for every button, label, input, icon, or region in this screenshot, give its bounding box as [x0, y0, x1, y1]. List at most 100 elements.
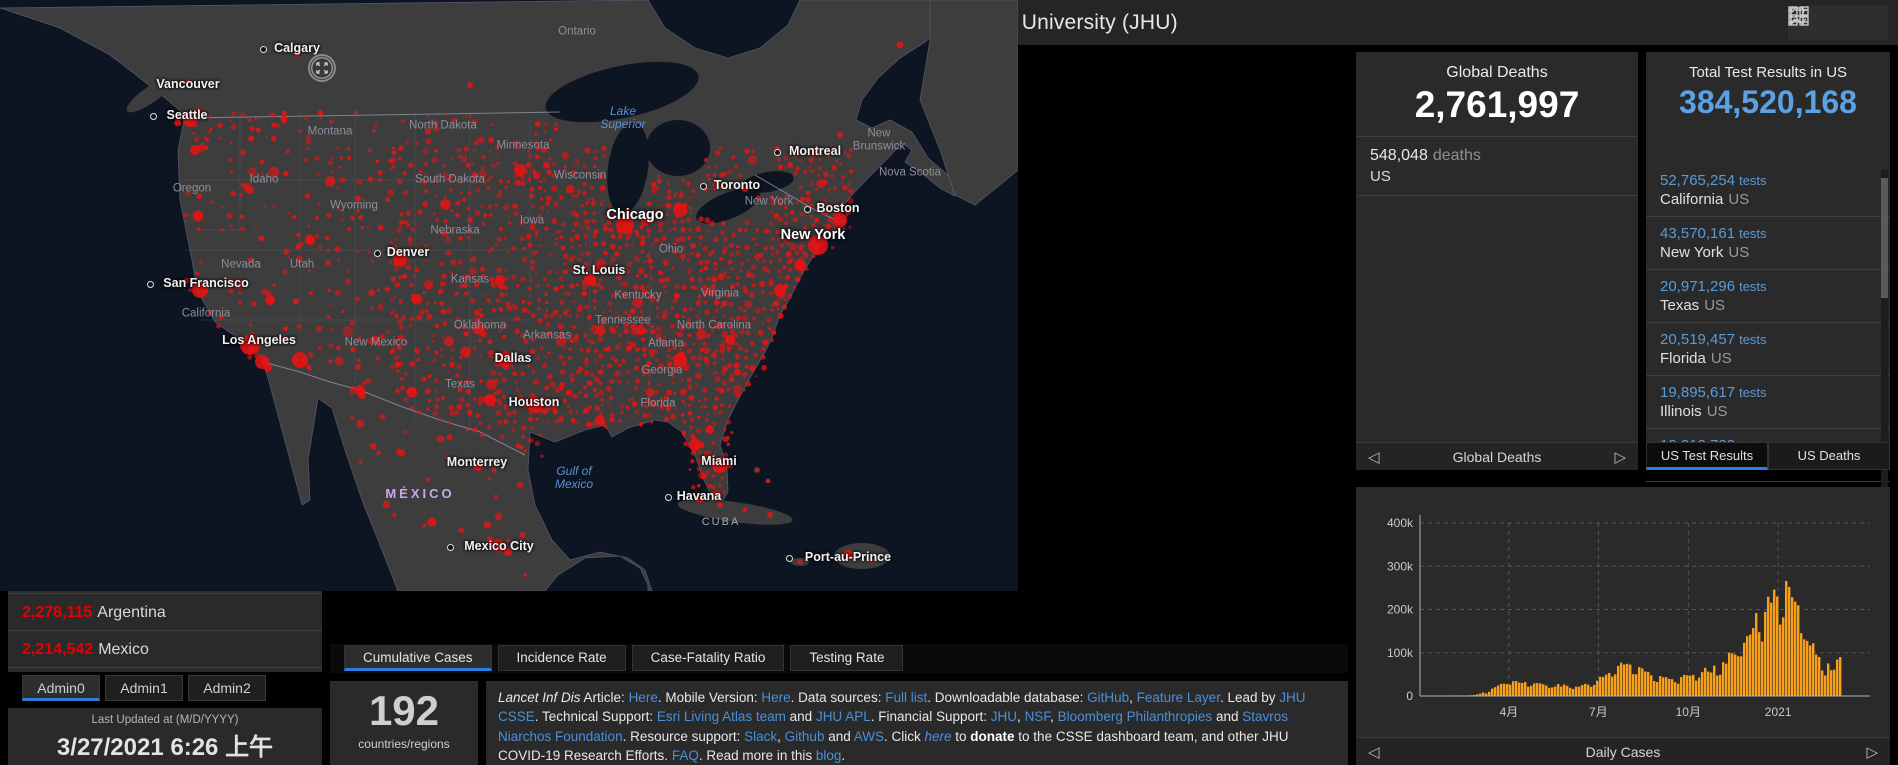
case-dot [663, 260, 669, 266]
credits-link[interactable]: AWS [854, 729, 884, 744]
country-row[interactable]: 2,278,115 Argentina [8, 594, 322, 631]
case-dot [755, 243, 759, 246]
case-dot [642, 328, 649, 335]
case-dot [664, 416, 669, 422]
case-dot [497, 402, 503, 407]
daily-cases-bar [1722, 662, 1725, 696]
case-dot [692, 342, 696, 346]
case-dot [675, 332, 678, 335]
tests-entry[interactable]: 20,519,457 tests Florida US [1646, 323, 1890, 376]
tab-testing-rate[interactable]: Testing Rate [790, 645, 904, 671]
tests-scrollbar-thumb[interactable] [1881, 178, 1888, 298]
credits-link[interactable]: JHU [991, 709, 1017, 724]
carousel-left-icon[interactable]: ◁ [1368, 743, 1380, 761]
tab-case-fatality-ratio[interactable]: Case-Fatality Ratio [631, 645, 785, 671]
case-dot [673, 194, 676, 198]
case-dot [281, 117, 288, 124]
tests-entry[interactable]: 19,895,617 tests Illinois US [1646, 376, 1890, 429]
case-dot [778, 164, 784, 170]
credits-link[interactable]: Bloomberg Philanthropies [1058, 709, 1213, 724]
case-dot [592, 420, 598, 427]
case-dot [577, 161, 580, 165]
case-dot [680, 219, 685, 224]
case-dot [696, 354, 703, 361]
case-dot [641, 365, 647, 372]
daily-cases-bar [1521, 683, 1524, 696]
case-dot [555, 270, 559, 274]
credits-link[interactable]: JHU APL [816, 709, 871, 724]
map-canvas[interactable]: Ontario Calgary Vancouver Seattle Montana Nor… [0, 0, 1890, 753]
credits-link[interactable]: Slack [744, 729, 777, 744]
case-dot [455, 200, 461, 206]
case-dot [699, 268, 704, 273]
case-dot [797, 244, 804, 251]
credits-link[interactable]: Esri Living Atlas team [657, 709, 786, 724]
tests-entry-region: Illinois US [1660, 403, 1728, 420]
daily-cases-bar [1467, 695, 1470, 696]
case-dot [834, 159, 838, 163]
credits-link[interactable]: GitHub [1087, 690, 1129, 705]
tab-admin0[interactable]: Admin0 [22, 675, 100, 701]
tab-admin2[interactable]: Admin2 [188, 675, 266, 701]
tab-cumulative-cases[interactable]: Cumulative Cases [344, 645, 492, 671]
credits-link[interactable]: Here [629, 690, 658, 705]
tests-entry[interactable]: 20,971,296 tests Texas US [1646, 270, 1890, 323]
daily-cases-bar [1770, 602, 1773, 696]
case-dot [744, 244, 750, 250]
case-dot [727, 363, 732, 368]
tests-entry[interactable]: 52,765,254 tests California US [1646, 164, 1890, 217]
case-dot [777, 216, 784, 222]
case-dot [326, 248, 331, 253]
credits-link[interactable]: NSF [1025, 709, 1051, 724]
case-dot [763, 246, 768, 251]
case-dot [736, 244, 740, 249]
case-dot [440, 199, 451, 210]
case-dot [697, 458, 704, 464]
case-dot [768, 230, 772, 233]
daily-cases-bar [1791, 597, 1794, 696]
carousel-left-icon[interactable]: ◁ [1368, 448, 1380, 466]
credits-link[interactable]: here [924, 729, 951, 744]
case-dot [551, 398, 555, 403]
expand-panel-button[interactable] [308, 54, 336, 82]
case-dot [328, 343, 335, 349]
daily-cases-bar [1578, 686, 1581, 696]
credits-link[interactable]: Github [785, 729, 825, 744]
case-dot [292, 215, 297, 220]
case-dot [529, 278, 533, 282]
tests-entry-value: 20,971,296 [1660, 278, 1736, 295]
deaths-entry[interactable]: 548,048 deaths US [1356, 137, 1638, 196]
credits-link[interactable]: Full list [885, 690, 927, 705]
tests-title: Total Test Results in US [1688, 64, 1848, 81]
case-dot [585, 348, 591, 353]
credits-link[interactable]: FAQ [672, 748, 699, 763]
carousel-right-icon[interactable]: ▷ [1866, 743, 1878, 761]
tab-us-test-results[interactable]: US Test Results [1646, 442, 1768, 470]
tab-us-deaths[interactable]: US Deaths [1768, 442, 1890, 470]
credits-link[interactable]: blog [816, 748, 842, 763]
country-row[interactable]: 2,214,542 Mexico [8, 631, 322, 668]
case-dot [531, 313, 536, 318]
tab-admin1[interactable]: Admin1 [105, 675, 183, 701]
case-dot [720, 305, 723, 309]
case-dot [695, 252, 701, 258]
daily-cases-bar [1587, 684, 1590, 696]
case-dot [773, 300, 780, 307]
case-dot [385, 196, 391, 203]
credits-link[interactable]: Feature Layer [1137, 690, 1220, 705]
tab-incidence-rate[interactable]: Incidence Rate [497, 645, 626, 671]
credits-link[interactable]: Here [761, 690, 790, 705]
daily-cases-bar [1566, 685, 1569, 696]
case-dot [697, 484, 701, 488]
case-dot [679, 388, 687, 396]
carousel-right-icon[interactable]: ▷ [1614, 448, 1626, 466]
case-dot [238, 193, 243, 198]
case-dot [527, 301, 532, 306]
case-dot [711, 276, 718, 283]
tests-scrollbar[interactable] [1881, 170, 1888, 488]
case-dot [587, 405, 592, 410]
case-dot [690, 354, 697, 361]
case-dot [677, 205, 681, 209]
tests-entry[interactable]: 43,570,161 tests New York US [1646, 217, 1890, 270]
case-dot [583, 210, 588, 216]
